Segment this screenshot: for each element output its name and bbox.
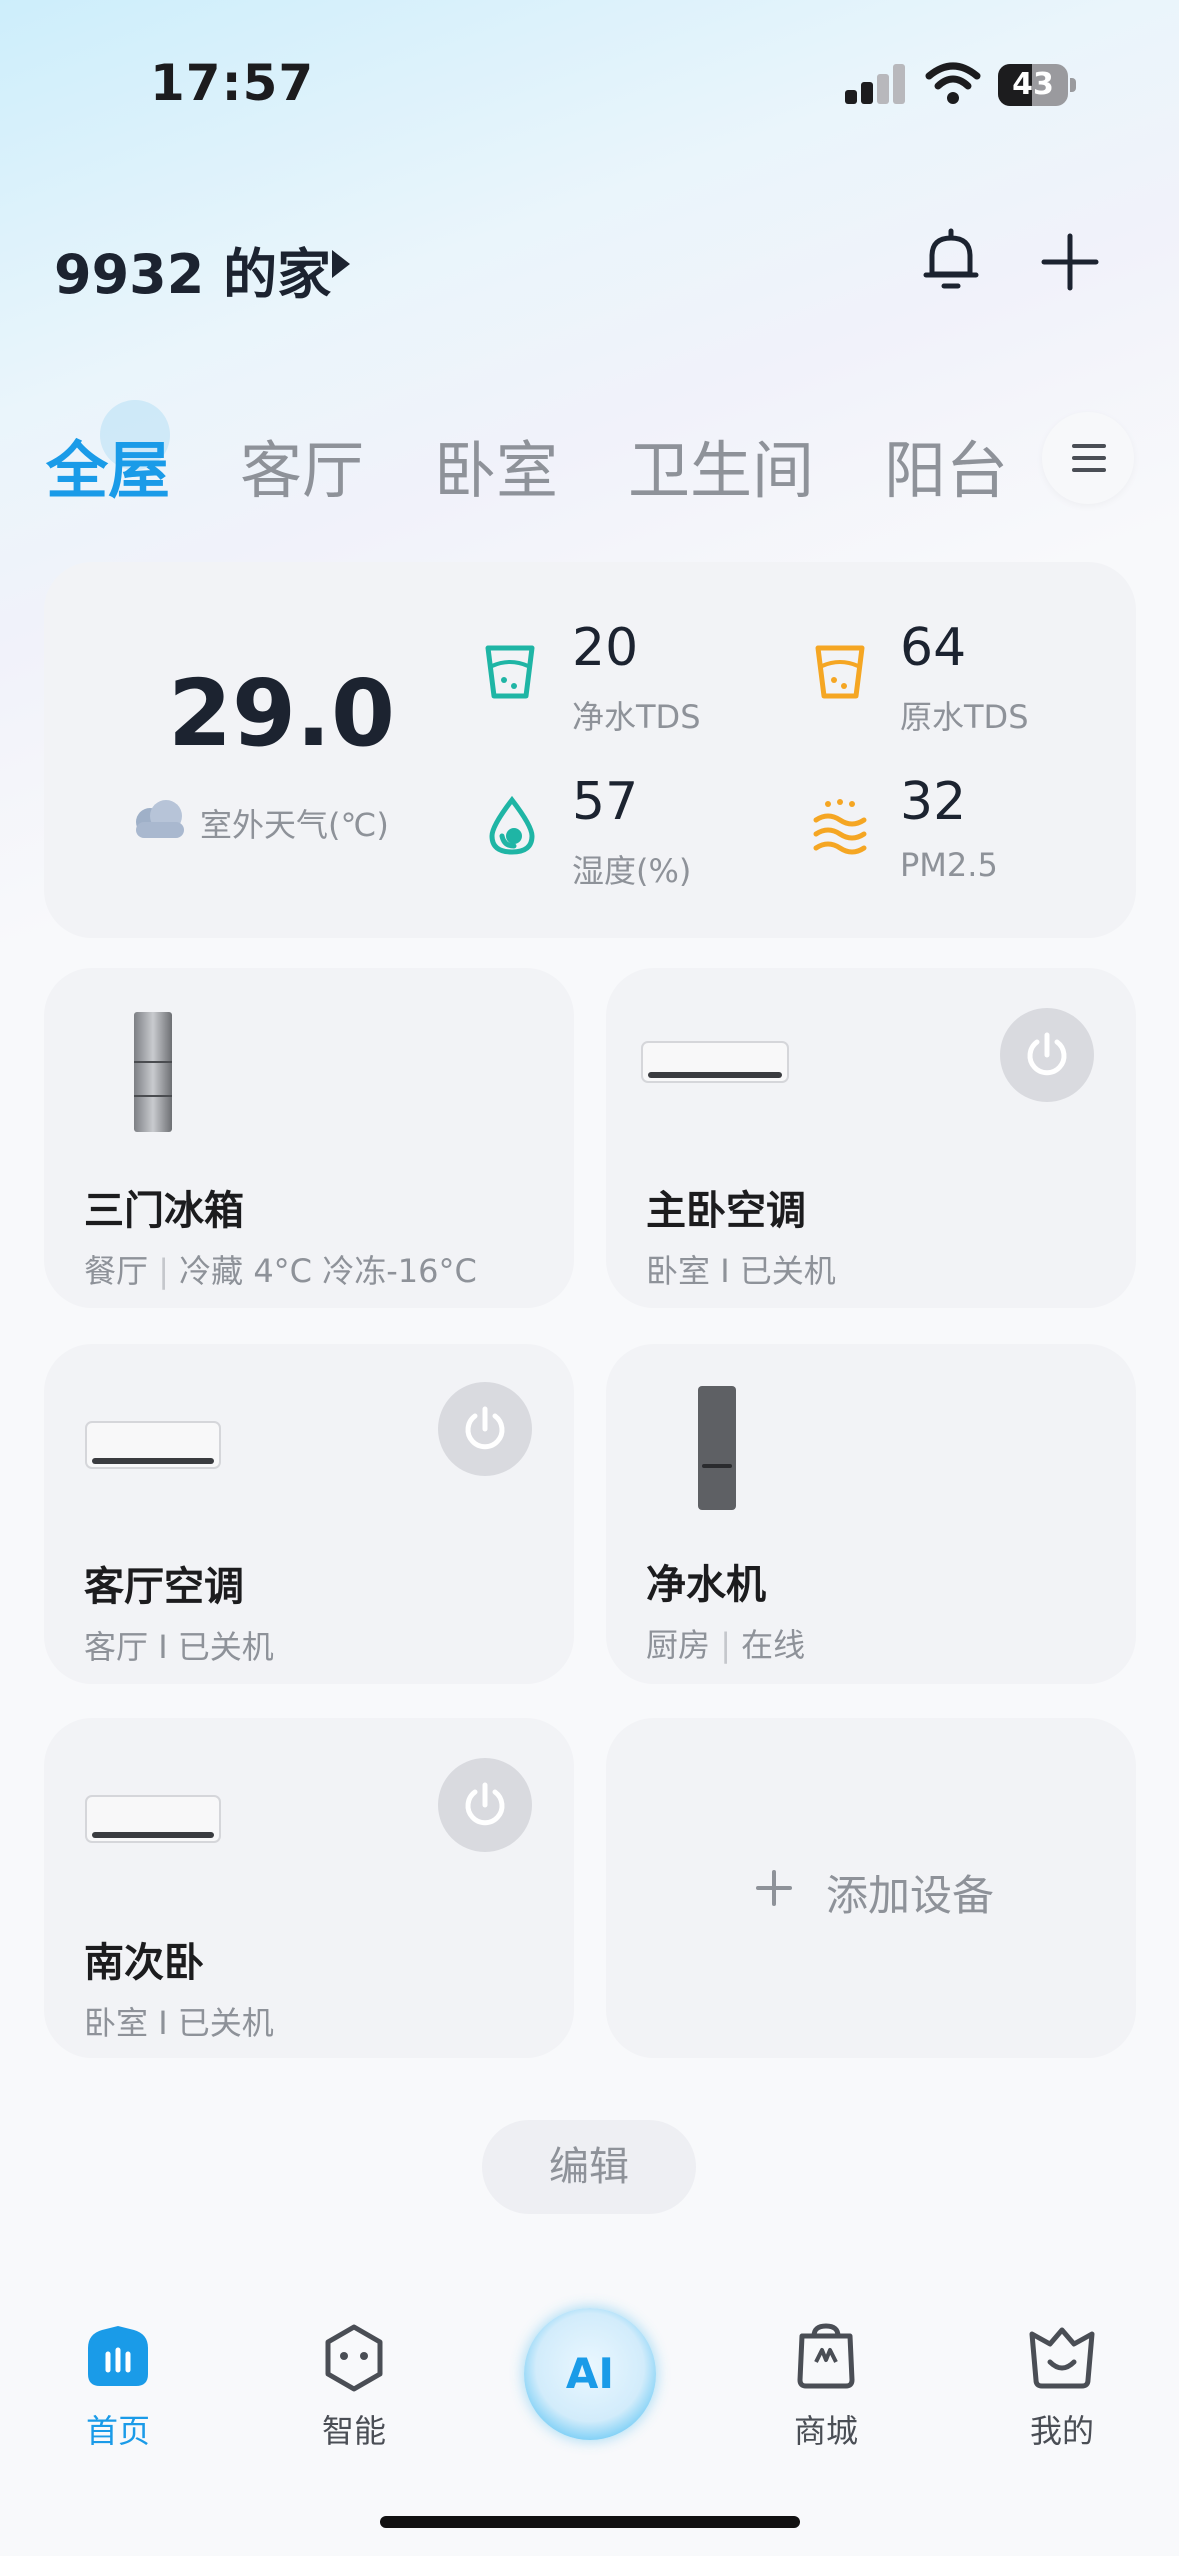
tab-balcony[interactable]: 阳台 (884, 420, 1008, 510)
device-status-text: 在线 (741, 1626, 806, 1664)
power-icon (465, 1782, 505, 1826)
smart-face-icon (325, 2324, 383, 2392)
device-room: 厨房 (646, 1626, 711, 1664)
pm25-label: PM2.5 (900, 846, 998, 884)
water-purifier-icon (698, 1386, 736, 1510)
outdoor-temperature: 29.0 (168, 660, 395, 767)
nav-label-mall: 商城 (793, 2412, 858, 2450)
status-time: 17:57 (150, 54, 315, 112)
humidity-value: 57 (572, 772, 639, 832)
home-icon (88, 2326, 148, 2386)
ai-label: AI (565, 2349, 615, 2398)
air-conditioner-icon (641, 1041, 789, 1083)
power-icon (465, 1406, 505, 1450)
power-button[interactable] (438, 1758, 532, 1852)
edit-button[interactable]: 编辑 (482, 2120, 696, 2214)
home-selector[interactable]: 9932 的家 (54, 230, 331, 309)
device-name: 净水机 (646, 1562, 766, 1608)
pm25-value: 32 (900, 772, 967, 832)
nav-label-profile: 我的 (1029, 2412, 1094, 2450)
device-name: 三门冰箱 (84, 1188, 244, 1234)
power-button[interactable] (1000, 1008, 1094, 1102)
air-conditioner-icon (85, 1421, 221, 1469)
home-indicator[interactable] (380, 2516, 800, 2528)
add-device-label[interactable]: 添加设备 (826, 1862, 994, 1923)
device-status-text: 已关机 (177, 1628, 274, 1666)
device-status-text: 冷藏 4°C 冷冻-16°C (179, 1252, 477, 1290)
power-button[interactable] (438, 1382, 532, 1476)
device-name: 客厅空调 (84, 1564, 244, 1610)
device-status: 卧室 I 已关机 (646, 1252, 836, 1290)
add-icon[interactable] (1040, 232, 1100, 292)
tab-living-room[interactable]: 客厅 (240, 420, 364, 510)
device-room: 餐厅 (84, 1252, 149, 1290)
device-room: 卧室 (84, 2004, 149, 2042)
profile-icon (1029, 2327, 1095, 2389)
pure-water-cup-icon (485, 645, 535, 699)
humidity-drop-icon (489, 796, 535, 855)
cellular-signal-icon (845, 64, 907, 104)
device-status: 卧室 I 已关机 (84, 2004, 274, 2042)
nav-label-home: 首页 (85, 2412, 150, 2450)
weather-label: 室外天气(℃) (200, 806, 389, 844)
add-device-plus-icon (756, 1870, 792, 1906)
pure-water-tds-label: 净水TDS (572, 698, 701, 736)
device-status: 厨房 | 在线 (646, 1626, 806, 1664)
nav-label-smart: 智能 (321, 2412, 386, 2450)
raw-water-tds-value: 64 (900, 618, 967, 678)
air-conditioner-icon (85, 1795, 221, 1843)
device-name: 主卧空调 (646, 1188, 806, 1234)
cloud-weather-icon (136, 800, 184, 838)
menu-icon (1072, 444, 1106, 448)
power-icon (1027, 1032, 1067, 1076)
tab-whole-house[interactable]: 全屋 (46, 420, 170, 510)
raw-water-cup-icon (815, 645, 865, 699)
pm25-waves-icon (813, 799, 867, 855)
device-room: 卧室 (646, 1252, 711, 1290)
ai-assistant-button[interactable]: AI (524, 2308, 656, 2440)
battery-level: 43 (1012, 67, 1054, 102)
device-status-text: 已关机 (739, 1252, 836, 1290)
device-name: 南次卧 (84, 1940, 204, 1986)
mall-icon (797, 2323, 855, 2389)
device-room: 客厅 (84, 1628, 149, 1666)
device-status-text: 已关机 (177, 2004, 274, 2042)
wifi-icon (925, 62, 981, 104)
humidity-label: 湿度(%) (572, 852, 692, 890)
pure-water-tds-value: 20 (572, 618, 639, 678)
battery-indicator: 43 (998, 64, 1076, 106)
fridge-icon (134, 1012, 172, 1132)
device-status: 客厅 I 已关机 (84, 1628, 274, 1666)
home-switch-caret-icon[interactable] (332, 250, 350, 278)
raw-water-tds-label: 原水TDS (900, 698, 1029, 736)
notification-bell-icon[interactable] (920, 228, 982, 294)
tab-bedroom[interactable]: 卧室 (434, 420, 558, 510)
room-menu-button[interactable] (1042, 412, 1134, 504)
device-status: 餐厅 | 冷藏 4°C 冷冻-16°C (84, 1252, 477, 1290)
tab-bathroom[interactable]: 卫生间 (628, 420, 814, 510)
